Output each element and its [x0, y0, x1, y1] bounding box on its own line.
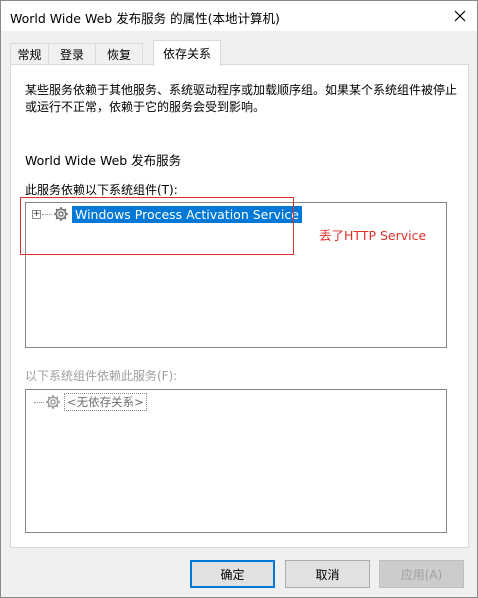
- depends-on-label: 此服务依赖以下系统组件(T):: [25, 183, 178, 197]
- cancel-button[interactable]: 取消: [285, 560, 370, 588]
- tab-logon[interactable]: 登录: [48, 43, 96, 65]
- annotation-highlight-box: [20, 197, 294, 255]
- tree-item[interactable]: <无依存关系>: [26, 392, 147, 412]
- close-icon[interactable]: [449, 5, 471, 27]
- ok-button[interactable]: 确定: [190, 560, 275, 588]
- dependents-tree[interactable]: <无依存关系>: [25, 389, 447, 533]
- window-title: World Wide Web 发布服务 的属性(本地计算机): [10, 11, 280, 26]
- annotation-text: 丢了HTTP Service: [319, 228, 427, 243]
- properties-dialog: World Wide Web 发布服务 的属性(本地计算机) 常规 登录 恢复 …: [0, 0, 478, 598]
- tab-dependencies[interactable]: 依存关系: [153, 40, 221, 66]
- tab-general[interactable]: 常规: [10, 43, 49, 65]
- service-gear-icon: [46, 395, 60, 409]
- tab-strip: 常规 登录 恢复 依存关系: [10, 40, 470, 66]
- title-bar: World Wide Web 发布服务 的属性(本地计算机): [1, 1, 477, 31]
- dependencies-panel: 某些服务依赖于其他服务、系统驱动程序或加载顺序组。如果某个系统组件被停止或运行不…: [10, 64, 469, 548]
- tab-recovery[interactable]: 恢复: [95, 43, 143, 65]
- tree-item-label[interactable]: <无依存关系>: [64, 393, 147, 411]
- dependents-label: 以下系统组件依赖此服务(F):: [25, 369, 178, 383]
- service-name: World Wide Web 发布服务: [25, 153, 182, 168]
- description-text: 某些服务依赖于其他服务、系统驱动程序或加载顺序组。如果某个系统组件被停止或运行不…: [25, 83, 458, 114]
- apply-button[interactable]: 应用(A): [379, 560, 464, 588]
